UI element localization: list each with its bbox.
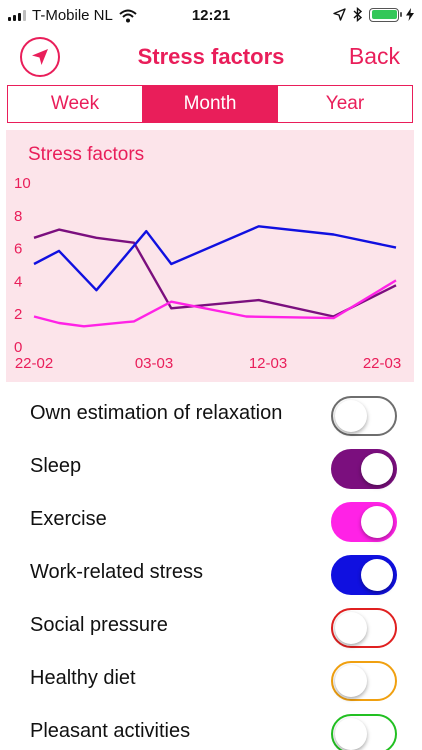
charging-bolt-icon — [406, 8, 414, 21]
y-tick-label: 4 — [14, 273, 22, 290]
stress-factors-chart: 0 2 4 6 8 10 22-02 03-03 12-03 22-03 Stress facto… — [6, 130, 414, 382]
y-tick-label: 6 — [14, 241, 22, 258]
factor-list: Own estimation of relaxation Sleep Exercis… — [0, 388, 422, 750]
factor-label: Pleasant activities — [30, 720, 191, 742]
factor-row: Sleep — [0, 441, 422, 494]
x-tick-label: 22-03 — [363, 355, 401, 372]
factor-toggle[interactable] — [331, 555, 397, 595]
chart-title: Stress factors — [28, 144, 145, 165]
factor-label: Exercise — [30, 508, 107, 530]
factor-row: Work-related stress — [0, 547, 422, 600]
segment-month[interactable]: Month — [143, 86, 278, 122]
factor-toggle[interactable] — [331, 608, 397, 648]
factor-label: Healthy diet — [30, 667, 136, 689]
factor-row: Pleasant activities — [0, 706, 422, 750]
factor-toggle[interactable] — [331, 396, 397, 436]
segment-year[interactable]: Year — [278, 86, 412, 122]
bluetooth-icon — [353, 7, 362, 22]
navigation-bar: Stress factors Back — [0, 32, 422, 80]
y-tick-label: 8 — [14, 208, 22, 225]
period-segmented-control: Week Month Year — [7, 85, 413, 123]
toggle-knob — [335, 612, 367, 644]
chart-canvas: 0 2 4 6 8 10 22-02 03-03 12-03 22-03 — [14, 175, 401, 372]
factor-toggle[interactable] — [331, 502, 397, 542]
location-arrow-icon — [333, 8, 346, 21]
toggle-knob — [361, 506, 393, 538]
toggle-knob — [361, 559, 393, 591]
status-right — [333, 7, 414, 22]
battery-icon — [369, 7, 402, 22]
toggle-knob — [335, 665, 367, 697]
battery-level — [371, 10, 397, 19]
factor-toggle[interactable] — [331, 661, 397, 701]
factor-row: Own estimation of relaxation — [0, 388, 422, 441]
factor-toggle[interactable] — [331, 449, 397, 489]
factor-label: Social pressure — [30, 614, 168, 636]
toggle-knob — [335, 400, 367, 432]
segment-week[interactable]: Week — [8, 86, 143, 122]
x-tick-label: 03-03 — [135, 355, 173, 372]
status-bar: T-Mobile NL 12:21 — [0, 0, 422, 32]
toggle-knob — [335, 718, 367, 750]
factor-row: Healthy diet — [0, 653, 422, 706]
y-tick-label: 0 — [14, 339, 22, 356]
factor-row: Social pressure — [0, 600, 422, 653]
y-tick-label: 2 — [14, 306, 22, 323]
factor-label: Own estimation of relaxation — [30, 402, 283, 424]
x-tick-label: 22-02 — [15, 355, 53, 372]
factor-label: Work-related stress — [30, 561, 204, 583]
series-line-0 — [33, 228, 397, 318]
factor-label: Sleep — [30, 455, 82, 477]
y-tick-label: 10 — [14, 175, 31, 192]
toggle-knob — [361, 453, 393, 485]
back-button[interactable]: Back — [349, 43, 400, 70]
x-tick-label: 12-03 — [249, 355, 287, 372]
factor-toggle[interactable] — [331, 714, 397, 750]
factor-row: Exercise — [0, 494, 422, 547]
